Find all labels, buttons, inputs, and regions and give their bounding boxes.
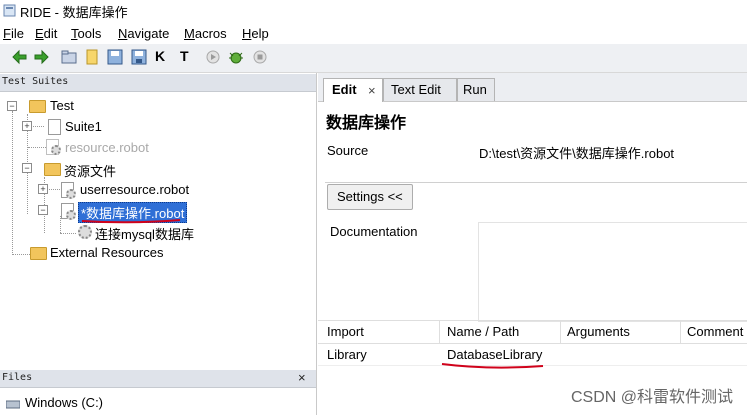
csdn-watermark: CSDN @科雷软件测试 bbox=[570, 389, 733, 406]
documentation-label: Documentation bbox=[330, 224, 418, 239]
column-header-import: Import bbox=[327, 324, 364, 339]
test-suites-header-label: Test Suites bbox=[2, 76, 69, 87]
toolbar: K T bbox=[0, 44, 747, 73]
expander-suite1[interactable]: + bbox=[22, 121, 32, 131]
keyword-search-icon[interactable]: K bbox=[155, 48, 171, 64]
menu-navigate[interactable]: Navigate bbox=[118, 26, 169, 41]
column-header-comment: Comment bbox=[687, 324, 744, 339]
tab-run[interactable]: Run bbox=[457, 78, 495, 101]
gear-icon bbox=[66, 210, 76, 220]
forward-icon[interactable] bbox=[33, 49, 49, 65]
tree-node-resource-folder[interactable]: 资源文件 bbox=[64, 161, 116, 180]
editor-panel: Edit × Text Edit Run 数据库操作 Source D:\tes… bbox=[318, 73, 747, 415]
source-label: Source bbox=[327, 143, 369, 158]
window-title: RIDE - 数据库操作 bbox=[20, 5, 128, 20]
settings-grid-header: Import Name / Path Arguments Comment bbox=[318, 320, 747, 344]
tree-node-suite1[interactable]: Suite1 bbox=[65, 119, 102, 134]
back-icon[interactable] bbox=[12, 49, 28, 65]
menu-tools[interactable]: Tools bbox=[71, 26, 101, 41]
files-close-icon[interactable]: × bbox=[298, 370, 306, 385]
settings-divider bbox=[325, 182, 747, 183]
file-icon bbox=[48, 119, 61, 135]
debug-bug-icon[interactable] bbox=[228, 49, 244, 65]
tree-node-resource-robot[interactable]: resource.robot bbox=[65, 140, 149, 155]
stop-icon[interactable] bbox=[252, 49, 268, 65]
expander-db-robot[interactable]: − bbox=[38, 205, 48, 215]
menu-file[interactable]: File bbox=[3, 26, 24, 41]
settings-toggle-button[interactable]: Settings << bbox=[327, 184, 413, 210]
column-separator bbox=[560, 321, 561, 343]
editor-tab-bar: Edit × Text Edit Run bbox=[318, 73, 747, 102]
expander-test[interactable]: − bbox=[7, 101, 17, 111]
expander-userresource[interactable]: + bbox=[38, 184, 48, 194]
drive-windows-c[interactable]: Windows (C:) bbox=[25, 395, 103, 410]
menu-macros[interactable]: Macros bbox=[184, 26, 227, 41]
tree-guide-line bbox=[12, 254, 30, 255]
gear-icon bbox=[66, 189, 76, 199]
menu-bar: File Edit Tools Navigate Macros Help bbox=[0, 24, 747, 44]
gear-icon bbox=[51, 145, 61, 155]
tree-guide-line bbox=[28, 147, 48, 148]
editor-title: 数据库操作 bbox=[326, 115, 407, 132]
ride-app-icon bbox=[3, 4, 16, 17]
red-annotation-underline bbox=[441, 363, 544, 369]
settings-button-label: Settings << bbox=[337, 189, 403, 204]
gear-icon bbox=[78, 225, 92, 239]
tree-guide-line bbox=[12, 111, 13, 253]
tab-text-edit[interactable]: Text Edit bbox=[383, 78, 457, 101]
tab-edit[interactable]: Edit × bbox=[323, 78, 383, 102]
folder-open-icon bbox=[44, 163, 61, 176]
cell-import-type[interactable]: Library bbox=[327, 347, 367, 362]
column-separator bbox=[439, 321, 440, 343]
new-file-icon[interactable] bbox=[84, 49, 100, 65]
tree-node-db-keyword[interactable]: 连接mysql数据库 bbox=[95, 224, 194, 243]
save-icon[interactable] bbox=[107, 49, 123, 65]
title-bar: RIDE - 数据库操作 bbox=[0, 0, 747, 22]
expander-resource-folder[interactable]: − bbox=[22, 163, 32, 173]
files-header: Files × bbox=[0, 370, 316, 388]
tab-text-edit-label: Text Edit bbox=[391, 82, 441, 97]
folder-open-icon bbox=[29, 100, 46, 113]
tree-guide-line bbox=[60, 233, 76, 234]
editor-content: 数据库操作 Source D:\test\资源文件\数据库操作.robot Se… bbox=[318, 102, 747, 415]
files-header-label: Files bbox=[2, 372, 33, 383]
menu-help[interactable]: Help bbox=[242, 26, 269, 41]
column-header-arguments: Arguments bbox=[567, 324, 630, 339]
tab-edit-label: Edit bbox=[332, 82, 357, 97]
tab-run-label: Run bbox=[463, 82, 487, 97]
test-suites-panel: Test Suites − Test + Suite1 resource.rob… bbox=[0, 73, 317, 415]
test-suites-header: Test Suites bbox=[0, 74, 316, 92]
column-header-name-path: Name / Path bbox=[447, 324, 520, 339]
source-value: D:\test\资源文件\数据库操作.robot bbox=[479, 146, 675, 161]
save-all-icon[interactable] bbox=[131, 49, 147, 65]
cell-library-name[interactable]: DatabaseLibrary bbox=[447, 347, 542, 362]
tree-node-external-resources[interactable]: External Resources bbox=[50, 245, 163, 260]
column-separator bbox=[680, 321, 681, 343]
run-icon[interactable] bbox=[205, 49, 221, 65]
menu-edit[interactable]: Edit bbox=[35, 26, 57, 41]
folder-icon bbox=[30, 247, 47, 260]
tree-node-test[interactable]: Test bbox=[50, 98, 74, 113]
tree-node-userresource[interactable]: userresource.robot bbox=[80, 182, 189, 197]
documentation-textarea[interactable] bbox=[478, 222, 747, 322]
open-folder-icon[interactable] bbox=[61, 49, 77, 65]
test-search-icon[interactable]: T bbox=[180, 48, 196, 64]
drive-icon bbox=[6, 400, 20, 409]
tab-close-icon[interactable]: × bbox=[368, 83, 376, 98]
